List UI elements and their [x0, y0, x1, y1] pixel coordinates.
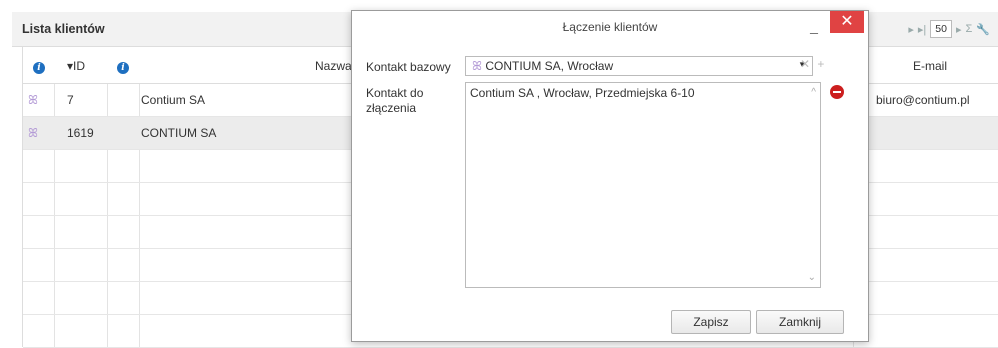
base-contact-value: ꕤ CONTIUM SA, Wrocław — [472, 59, 614, 73]
users-icon: ꕤ — [472, 59, 482, 73]
header-info-icon[interactable]: i — [33, 59, 45, 74]
header-type-info-icon[interactable]: i — [117, 59, 129, 74]
scroll-down-icon[interactable]: ⌄ — [808, 272, 816, 283]
merge-contact-label: Kontakt do złączenia — [366, 86, 424, 115]
merge-clients-dialog: Łączenie klientów _ ✕ Kontakt bazowy ꕤ C… — [351, 10, 869, 342]
remove-icon[interactable] — [830, 85, 844, 99]
pager: ▸ ▸| 50 ▸ Σ 🔧 — [908, 20, 990, 38]
row-email: biuro@contium.pl — [876, 93, 970, 107]
combo-actions: ✕ + — [800, 57, 824, 71]
row-id: 7 — [67, 93, 74, 107]
users-icon: ꕤ — [28, 93, 38, 107]
merge-contact-item[interactable]: Contium SA , Wrocław, Przedmiejska 6-10 — [470, 86, 695, 100]
clear-icon[interactable]: ✕ — [800, 57, 810, 71]
panel-title: Lista klientów — [22, 22, 105, 36]
row-name: CONTIUM SA — [141, 126, 217, 140]
base-contact-select[interactable]: ꕤ CONTIUM SA, Wrocław ▼ — [465, 56, 813, 76]
page-size-select[interactable]: 50 — [930, 20, 952, 38]
header-id[interactable]: ▾ID — [67, 59, 85, 73]
row-name: Contium SA — [141, 93, 206, 107]
dialog-title: Łączenie klientów — [562, 20, 658, 34]
add-icon[interactable]: + — [817, 57, 824, 71]
close-button[interactable]: Zamknij — [756, 310, 844, 334]
page-size-arrow-icon[interactable]: ▸ — [956, 23, 962, 36]
merge-contacts-list[interactable]: Contium SA , Wrocław, Przedmiejska 6-10 … — [465, 82, 821, 288]
header-email[interactable]: E-mail — [913, 59, 947, 73]
header-name[interactable]: Nazwa — [315, 59, 352, 73]
scroll-up-icon[interactable]: ^ — [811, 87, 816, 98]
base-contact-label: Kontakt bazowy — [366, 60, 451, 74]
sum-icon[interactable]: Σ — [965, 23, 972, 35]
last-page-icon[interactable]: ▸| — [918, 23, 926, 36]
close-icon[interactable]: ✕ — [830, 11, 864, 33]
tools-icon[interactable]: 🔧 — [976, 23, 990, 36]
minimize-icon[interactable]: _ — [804, 17, 824, 35]
next-page-icon[interactable]: ▸ — [908, 23, 914, 36]
users-icon: ꕤ — [28, 126, 38, 140]
row-id: 1619 — [67, 126, 94, 140]
save-button[interactable]: Zapisz — [671, 310, 751, 334]
